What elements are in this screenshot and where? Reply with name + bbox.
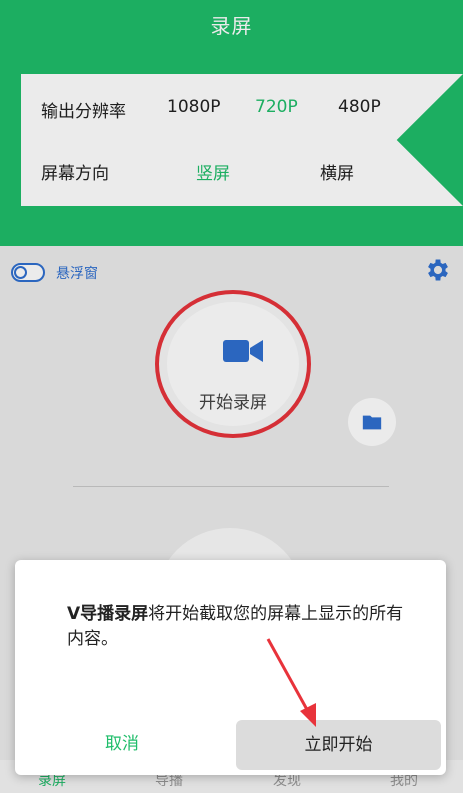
cancel-button[interactable]: 取消 [67, 726, 207, 762]
screen-capture-dialog: V导播录屏将开始截取您的屏幕上显示的所有内容。 取消 立即开始 [15, 560, 446, 775]
dialog-message: V导播录屏将开始截取您的屏幕上显示的所有内容。 [67, 602, 407, 652]
red-arrow-annotation [266, 638, 316, 727]
dialog-app-name: V导播录屏 [67, 604, 149, 624]
